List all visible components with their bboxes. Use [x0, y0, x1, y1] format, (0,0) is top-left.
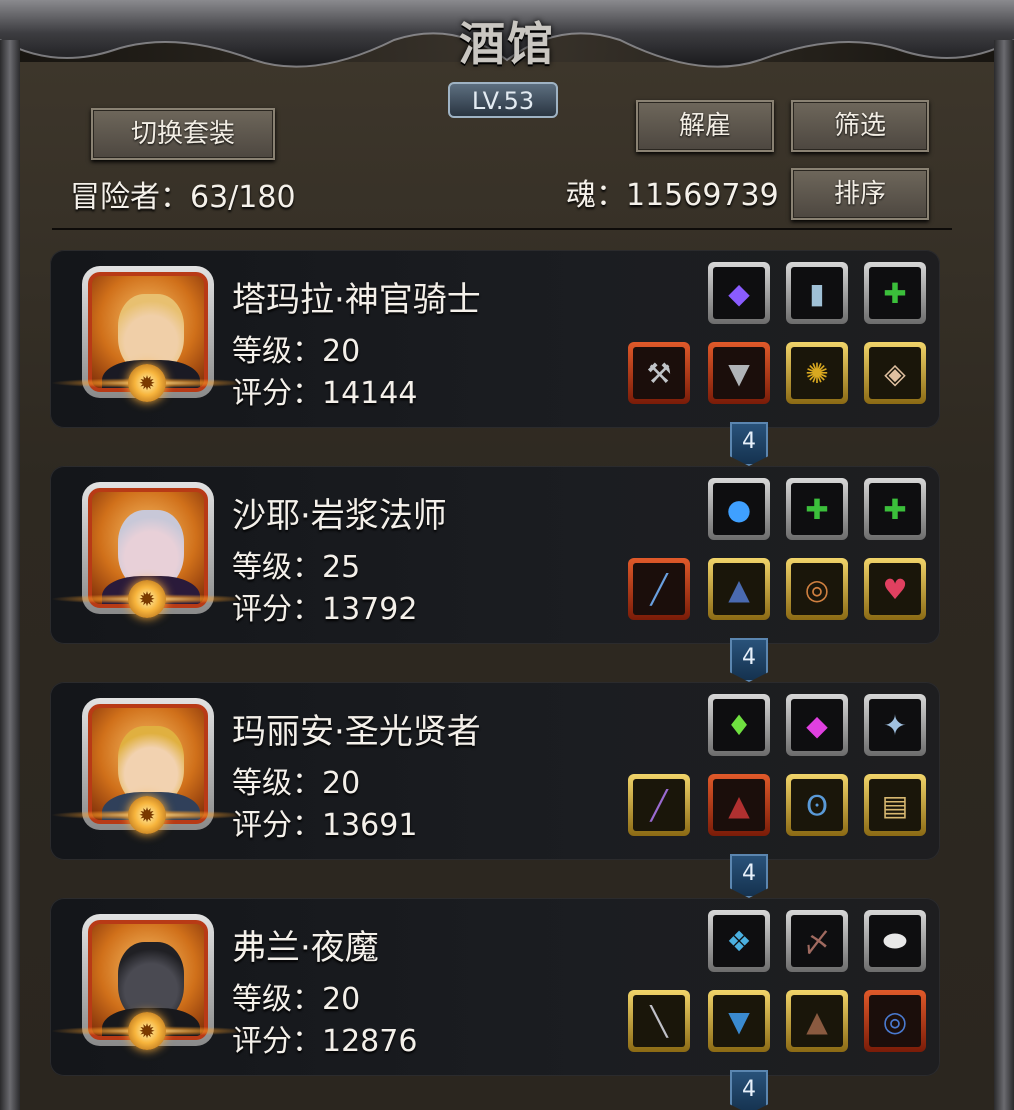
hero-name: 塔玛拉·神官骑士 — [232, 280, 481, 320]
star-emblem-icon: ✦ — [869, 699, 921, 751]
equipment-slot[interactable]: ╲ — [628, 990, 690, 1052]
equipment-slot[interactable]: ╱ — [628, 774, 690, 836]
hero-score: 评分：13792 — [232, 592, 418, 627]
link-count-label: 4 — [730, 638, 768, 682]
bracelet-icon: ◎ — [869, 995, 921, 1047]
hammer-icon: ⚒ — [633, 347, 685, 399]
hero-name: 玛丽安·圣光贤者 — [232, 712, 481, 752]
accessory-slot[interactable]: ◆ — [786, 694, 848, 756]
rank-star-icon: ✹ — [128, 796, 166, 834]
equipment-slot[interactable]: ▼ — [708, 990, 770, 1052]
rank-star-icon: ✹ — [128, 1012, 166, 1050]
filter-button[interactable]: 筛选 — [791, 100, 929, 152]
link-count-tag: 4 — [726, 638, 772, 682]
accessory-slot[interactable]: 〆 — [786, 910, 848, 972]
link-count-tag: 4 — [726, 854, 772, 898]
green-crystal-icon: ♦ — [713, 699, 765, 751]
tavern-window: 酒馆 LV.53 切换套装 解雇 筛选 排序 冒险者：63/180 魂：1156… — [0, 0, 1014, 1110]
equipment-slot[interactable]: ♥ — [864, 558, 926, 620]
hero-name: 沙耶·岩浆法师 — [232, 496, 447, 536]
equipment-slot[interactable]: ▲ — [708, 558, 770, 620]
accessory-slot[interactable]: ✚ — [864, 478, 926, 540]
link-count-label: 4 — [730, 422, 768, 466]
equipment-slot[interactable]: ◎ — [864, 990, 926, 1052]
accessory-slot[interactable]: ✦ — [864, 694, 926, 756]
leather-armor-icon: ▼ — [713, 995, 765, 1047]
empty-green-cross-icon: ✚ — [791, 483, 843, 535]
magenta-gem-icon: ◆ — [791, 699, 843, 751]
equipment-slot[interactable]: ⚒ — [628, 342, 690, 404]
switch-outfit-button[interactable]: 切换套装 — [91, 108, 275, 160]
equipment-slot[interactable]: ▲ — [786, 990, 848, 1052]
accessory-slot[interactable]: ◆ — [708, 262, 770, 324]
hero-level: 等级：25 — [232, 550, 361, 585]
soul-currency: 魂：11569739 — [566, 178, 779, 213]
heart-pendant-icon: ♥ — [869, 563, 921, 615]
ring-icon: ◎ — [791, 563, 843, 615]
equipment-slot[interactable]: ▲ — [708, 774, 770, 836]
equipment-slot[interactable]: ▼ — [708, 342, 770, 404]
equipment-slot[interactable]: ▤ — [864, 774, 926, 836]
hero-score: 评分：12876 — [232, 1024, 418, 1059]
accessory-slot[interactable]: ♦ — [708, 694, 770, 756]
hero-level: 等级：20 — [232, 982, 361, 1017]
accessory-slot[interactable]: ✚ — [864, 262, 926, 324]
dismiss-button[interactable]: 解雇 — [636, 100, 774, 152]
armor-icon: ▼ — [713, 347, 765, 399]
hero-score: 评分：14144 — [232, 376, 418, 411]
tavern-level-badge: LV.53 — [448, 82, 558, 118]
rank-star-icon: ✹ — [128, 580, 166, 618]
accessory-slot[interactable]: ● — [708, 478, 770, 540]
parchment-icon: ▤ — [869, 779, 921, 831]
hero-card[interactable]: ✹ 弗兰·夜魔等级：20 评分：12876 ❖ 〆 ⬬ ╲ ▼ ▲ ◎ — [50, 898, 940, 1076]
window-title: 酒馆 — [459, 17, 555, 71]
adventurer-count: 冒险者：63/180 — [70, 180, 296, 215]
hero-level: 等级：20 — [232, 766, 361, 801]
link-count-label: 4 — [730, 1070, 768, 1110]
link-count-tag: 4 — [726, 1070, 772, 1110]
link-count-label: 4 — [730, 854, 768, 898]
left-border — [0, 40, 20, 1110]
hero-level: 等级：20 — [232, 334, 361, 369]
accessory-slot[interactable]: ▮ — [786, 262, 848, 324]
dagger-icon: ╲ — [633, 995, 685, 1047]
necklace-icon: ʘ — [791, 779, 843, 831]
cape-icon: ▲ — [791, 995, 843, 1047]
accessory-slot[interactable]: ✚ — [786, 478, 848, 540]
equipment-slot[interactable]: ✺ — [786, 342, 848, 404]
equipment-slot[interactable]: ╱ — [628, 558, 690, 620]
hero-name: 弗兰·夜魔 — [232, 928, 379, 968]
equipment-slot[interactable]: ◎ — [786, 558, 848, 620]
book-icon: ▮ — [791, 267, 843, 319]
accessory-slot[interactable]: ⬬ — [864, 910, 926, 972]
link-count-tag: 4 — [726, 422, 772, 466]
hero-card[interactable]: ✹ 玛丽安·圣光贤者等级：20 评分：13691 ♦ ◆ ✦ ╱ ▲ ʘ ▤ — [50, 682, 940, 860]
blue-orb-icon: ● — [713, 483, 765, 535]
header-divider — [52, 228, 952, 230]
amulet-icon: ✺ — [791, 347, 843, 399]
right-border — [994, 40, 1014, 1110]
hero-score: 评分：13691 — [232, 808, 418, 843]
cloak-icon: ▲ — [713, 563, 765, 615]
equipment-slot[interactable]: ʘ — [786, 774, 848, 836]
empty-green-cross-icon: ✚ — [869, 267, 921, 319]
purple-gem-icon: ◆ — [713, 267, 765, 319]
scroll-icon: ◈ — [869, 347, 921, 399]
scepter-icon: ╱ — [633, 779, 685, 831]
equipment-slot[interactable]: ◈ — [864, 342, 926, 404]
robe-icon: ▲ — [713, 779, 765, 831]
sort-button[interactable]: 排序 — [791, 168, 929, 220]
accessory-slot[interactable]: ❖ — [708, 910, 770, 972]
rank-star-icon: ✹ — [128, 364, 166, 402]
blue-relic-icon: ❖ — [713, 915, 765, 967]
staff-icon: ╱ — [633, 563, 685, 615]
empty-green-cross-icon: ✚ — [869, 483, 921, 535]
feather-icon: 〆 — [791, 915, 843, 967]
hero-card[interactable]: ✹ 沙耶·岩浆法师等级：25 评分：13792 ● ✚ ✚ ╱ ▲ ◎ ♥ — [50, 466, 940, 644]
white-stone-icon: ⬬ — [869, 915, 921, 967]
hero-card[interactable]: ✹ 塔玛拉·神官骑士等级：20 评分：14144 ◆ ▮ ✚ ⚒ ▼ ✺ ◈ — [50, 250, 940, 428]
